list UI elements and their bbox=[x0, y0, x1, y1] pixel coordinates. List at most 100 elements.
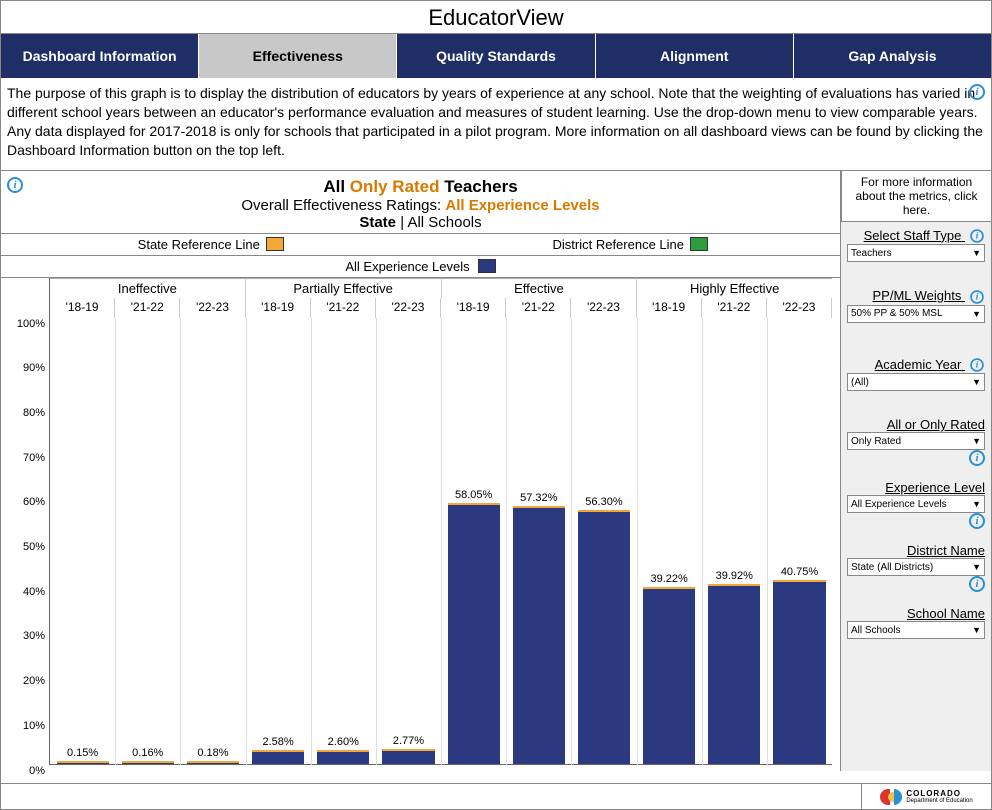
exp-label: Experience Level bbox=[847, 480, 985, 495]
year-header: '21-22 bbox=[311, 298, 376, 318]
bar[interactable]: 40.75% bbox=[773, 582, 825, 764]
year-header: '21-22 bbox=[115, 298, 180, 318]
tab-alignment[interactable]: Alignment bbox=[596, 34, 794, 78]
bar[interactable]: 2.58% bbox=[252, 752, 304, 764]
bar[interactable]: 0.16% bbox=[122, 763, 174, 764]
y-axis: 0%10%20%30%40%50%60%70%80%90%100% bbox=[9, 278, 49, 765]
page-title: EducatorView bbox=[1, 1, 991, 34]
series-swatch bbox=[478, 259, 496, 273]
chevron-down-icon: ▼ bbox=[972, 309, 981, 319]
state-reference-marker bbox=[122, 761, 174, 763]
legend-reference-lines: State Reference Line District Reference … bbox=[1, 234, 840, 256]
year-header: '18-19 bbox=[50, 298, 115, 318]
state-reference-marker bbox=[448, 503, 500, 505]
info-icon[interactable]: i bbox=[970, 290, 984, 304]
year-header: '18-19 bbox=[637, 298, 702, 318]
bar-cell: 39.22% bbox=[637, 318, 702, 764]
weights-label: PP/ML Weights bbox=[873, 288, 962, 303]
year-header: '21-22 bbox=[506, 298, 571, 318]
bar[interactable]: 39.22% bbox=[643, 589, 695, 764]
bar-cell: 2.60% bbox=[311, 318, 376, 764]
bar-cell: 0.18% bbox=[180, 318, 245, 764]
bar-cell: 56.30% bbox=[571, 318, 636, 764]
chevron-down-icon: ▼ bbox=[972, 436, 981, 446]
district-ref-label: District Reference Line bbox=[553, 237, 685, 252]
info-icon[interactable]: i bbox=[969, 513, 985, 529]
bar-cell: 58.05% bbox=[441, 318, 506, 764]
rated-select[interactable]: Only Rated▼ bbox=[847, 432, 985, 450]
metrics-info-link[interactable]: For more information about the metrics, … bbox=[841, 171, 991, 222]
y-tick: 70% bbox=[23, 452, 45, 464]
info-icon[interactable]: i bbox=[969, 450, 985, 466]
y-tick: 10% bbox=[23, 720, 45, 732]
bar[interactable]: 0.15% bbox=[57, 763, 109, 764]
tab-dashboard-information[interactable]: Dashboard Information bbox=[1, 34, 199, 78]
year-header: '22-23 bbox=[767, 298, 832, 318]
bar[interactable]: 56.30% bbox=[578, 512, 630, 763]
state-reference-marker bbox=[57, 761, 109, 763]
bar-cell: 2.77% bbox=[376, 318, 441, 764]
year-header: '18-19 bbox=[246, 298, 311, 318]
y-tick: 80% bbox=[23, 407, 45, 419]
category-header: Highly Effective bbox=[637, 278, 832, 298]
year-header: '18-19 bbox=[441, 298, 506, 318]
series-label: All Experience Levels bbox=[345, 259, 469, 274]
state-reference-marker bbox=[187, 761, 239, 763]
bar-label: 2.77% bbox=[393, 735, 424, 747]
district-select[interactable]: State (All Districts)▼ bbox=[847, 558, 985, 576]
state-reference-marker bbox=[317, 750, 369, 752]
staff-type-select[interactable]: Teachers▼ bbox=[847, 244, 985, 262]
bar-chart: 0%10%20%30%40%50%60%70%80%90%100% Ineffe… bbox=[1, 278, 840, 771]
state-reference-marker bbox=[578, 510, 630, 512]
info-icon[interactable]: i bbox=[7, 177, 23, 193]
info-icon[interactable]: i bbox=[969, 84, 985, 100]
tab-gap-analysis[interactable]: Gap Analysis bbox=[794, 34, 991, 78]
bar-label: 56.30% bbox=[585, 496, 622, 508]
bar[interactable]: 2.77% bbox=[382, 751, 434, 763]
year-header: '21-22 bbox=[702, 298, 767, 318]
main-tabs: Dashboard Information Effectiveness Qual… bbox=[1, 34, 991, 78]
y-tick: 100% bbox=[17, 318, 45, 330]
bar-cell: 0.16% bbox=[115, 318, 180, 764]
chevron-down-icon: ▼ bbox=[972, 377, 981, 387]
y-tick: 0% bbox=[29, 765, 45, 777]
tab-quality-standards[interactable]: Quality Standards bbox=[397, 34, 595, 78]
y-tick: 20% bbox=[23, 675, 45, 687]
bar[interactable]: 2.60% bbox=[317, 752, 369, 764]
district-ref-swatch bbox=[690, 237, 708, 251]
bar[interactable]: 58.05% bbox=[448, 505, 500, 764]
chevron-down-icon: ▼ bbox=[972, 499, 981, 509]
chevron-down-icon: ▼ bbox=[972, 625, 981, 635]
year-select[interactable]: (All)▼ bbox=[847, 373, 985, 391]
exp-select[interactable]: All Experience Levels▼ bbox=[847, 495, 985, 513]
category-header: Ineffective bbox=[50, 278, 246, 298]
state-reference-marker bbox=[773, 580, 825, 582]
legend-series: All Experience Levels bbox=[1, 256, 840, 278]
bar[interactable]: 39.92% bbox=[708, 586, 760, 764]
bar-label: 2.58% bbox=[262, 736, 293, 748]
chevron-down-icon: ▼ bbox=[972, 562, 981, 572]
bar-label: 57.32% bbox=[520, 492, 557, 504]
year-header: '22-23 bbox=[180, 298, 245, 318]
school-select[interactable]: All Schools▼ bbox=[847, 621, 985, 639]
colorado-flag-icon bbox=[880, 789, 902, 805]
info-icon[interactable]: i bbox=[970, 358, 984, 372]
info-icon[interactable]: i bbox=[969, 576, 985, 592]
district-label: District Name bbox=[847, 543, 985, 558]
chevron-down-icon: ▼ bbox=[972, 248, 981, 258]
y-tick: 40% bbox=[23, 586, 45, 598]
bar-label: 0.18% bbox=[197, 747, 228, 759]
category-header: Partially Effective bbox=[246, 278, 442, 298]
bar-label: 39.22% bbox=[650, 573, 687, 585]
bar[interactable]: 57.32% bbox=[513, 508, 565, 764]
colorado-doe-logo: COLORADODepartment of Education bbox=[861, 784, 991, 809]
bar-label: 39.92% bbox=[716, 570, 753, 582]
info-icon[interactable]: i bbox=[970, 229, 984, 243]
state-reference-marker bbox=[513, 506, 565, 508]
school-label: School Name bbox=[847, 606, 985, 621]
footer: COLORADODepartment of Education bbox=[1, 783, 991, 809]
weights-select[interactable]: 50% PP & 50% MSL▼ bbox=[847, 305, 985, 323]
rated-label: All or Only Rated bbox=[847, 417, 985, 432]
tab-effectiveness[interactable]: Effectiveness bbox=[199, 34, 397, 78]
bar[interactable]: 0.18% bbox=[187, 763, 239, 764]
